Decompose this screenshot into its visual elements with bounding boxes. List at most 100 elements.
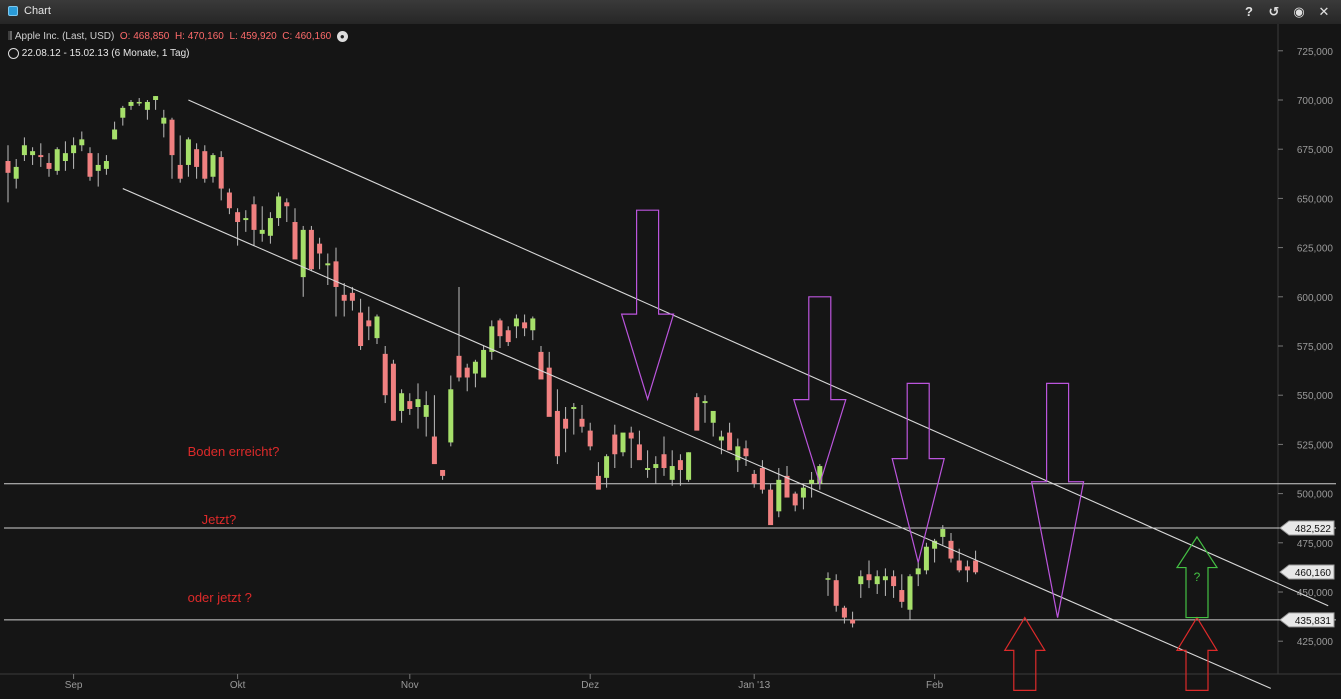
- candle-down: [169, 119, 175, 156]
- candle-down: [784, 475, 790, 498]
- candle-up: [735, 446, 741, 461]
- candle-up: [653, 464, 659, 469]
- record-button[interactable]: ◉: [1290, 3, 1308, 21]
- y-tick-label: 525,000: [1297, 440, 1334, 451]
- y-tick-label: 450,000: [1297, 588, 1334, 599]
- candle-up: [620, 432, 626, 453]
- close-icon: ✕: [1318, 4, 1330, 19]
- candle-up: [858, 576, 864, 585]
- candle-down: [727, 432, 733, 451]
- price-label: 460,160: [1295, 568, 1332, 579]
- candle-up: [702, 401, 708, 404]
- candle-down: [595, 475, 601, 490]
- candle-up: [686, 452, 692, 480]
- candle-down: [456, 355, 462, 378]
- target-icon: ◉: [1293, 4, 1305, 19]
- candle-up: [776, 479, 782, 512]
- candle-up: [825, 578, 831, 580]
- candle-up: [915, 568, 921, 575]
- candle-down: [349, 292, 355, 301]
- candle-down: [899, 590, 905, 602]
- candle-up: [153, 96, 159, 100]
- candle-down: [407, 401, 413, 409]
- x-tick-label: Jan '13: [738, 680, 770, 691]
- candle-down: [251, 204, 257, 230]
- candle-down: [292, 222, 298, 260]
- y-tick-label: 500,000: [1297, 490, 1334, 501]
- candle-down: [841, 607, 847, 618]
- candle-up: [62, 153, 68, 162]
- candle-up: [325, 263, 331, 266]
- title-bar: Chart ? ↺ ◉ ✕: [0, 0, 1341, 25]
- candle-up: [513, 318, 519, 327]
- candle-up: [161, 117, 167, 124]
- candle-down: [563, 418, 569, 429]
- candle-down: [177, 164, 183, 179]
- candle-down: [226, 192, 232, 209]
- candle-down: [87, 153, 93, 177]
- high-value: H: 470,160: [174, 31, 224, 43]
- candle-down: [636, 444, 642, 461]
- arrow-question-label: ?: [1194, 570, 1201, 584]
- y-tick-label: 625,000: [1297, 244, 1334, 255]
- x-tick-label: Sep: [65, 680, 83, 691]
- candle-up: [144, 101, 150, 110]
- candle-down: [579, 418, 585, 427]
- annotation-text: Boden erreicht?: [188, 444, 280, 459]
- x-tick-label: Dez: [581, 680, 599, 691]
- candle-down: [964, 566, 970, 571]
- candle-up: [136, 101, 142, 104]
- candle-down: [46, 162, 52, 169]
- candle-down: [759, 468, 765, 490]
- instrument-info: ⫼ Apple Inc. (Last, USD) O: 468,850 H: 4…: [8, 31, 348, 42]
- candle-up: [120, 107, 126, 118]
- help-button[interactable]: ?: [1240, 3, 1258, 21]
- y-tick-label: 700,000: [1297, 96, 1334, 107]
- candle-up: [940, 529, 946, 537]
- candle-up: [54, 149, 60, 171]
- candle-down: [440, 469, 446, 476]
- candle-up: [817, 466, 823, 484]
- candle-up: [112, 129, 118, 140]
- window-title: Chart: [24, 5, 51, 17]
- candle-up: [645, 468, 651, 470]
- candle-down: [538, 351, 544, 380]
- candle-down: [382, 353, 388, 396]
- candle-down: [694, 397, 700, 431]
- candle-down: [218, 157, 224, 189]
- candle-up: [423, 405, 429, 417]
- candle-up: [448, 389, 454, 443]
- annotation-text: Jetzt?: [202, 512, 237, 527]
- price-label: 482,522: [1295, 524, 1332, 535]
- candle-up: [882, 576, 888, 581]
- candle-down: [317, 243, 323, 254]
- candle-up: [259, 229, 265, 234]
- candle-up: [669, 466, 675, 480]
- candle-up: [276, 196, 282, 219]
- settings-dot-icon[interactable]: ●: [336, 31, 348, 42]
- candle-up: [185, 139, 191, 165]
- candle-up: [399, 393, 405, 411]
- close-value: C: 460,160: [282, 31, 332, 43]
- y-tick-label: 600,000: [1297, 293, 1334, 304]
- question-icon: ?: [1245, 4, 1253, 19]
- open-value: O: 468,850: [119, 31, 170, 43]
- candle-down: [768, 489, 774, 526]
- x-tick-label: Okt: [230, 680, 246, 691]
- candle-up: [21, 145, 27, 156]
- candle-down: [38, 155, 44, 158]
- candle-up: [267, 218, 273, 236]
- price-chart[interactable]: 725,000 700,000 675,000 650,000 625,000 600,0…: [0, 24, 1341, 699]
- candle-down: [587, 430, 593, 447]
- candle-up: [571, 407, 577, 409]
- price-label: 435,831: [1295, 616, 1332, 627]
- candle-down: [358, 312, 364, 346]
- candle-up: [13, 166, 19, 179]
- reset-button[interactable]: ↺: [1265, 3, 1283, 21]
- candle-down: [5, 161, 11, 173]
- candle-down: [833, 580, 839, 606]
- candle-down: [497, 320, 503, 337]
- y-tick-label: 575,000: [1297, 342, 1334, 353]
- candle-up: [415, 399, 421, 408]
- close-button[interactable]: ✕: [1315, 3, 1333, 21]
